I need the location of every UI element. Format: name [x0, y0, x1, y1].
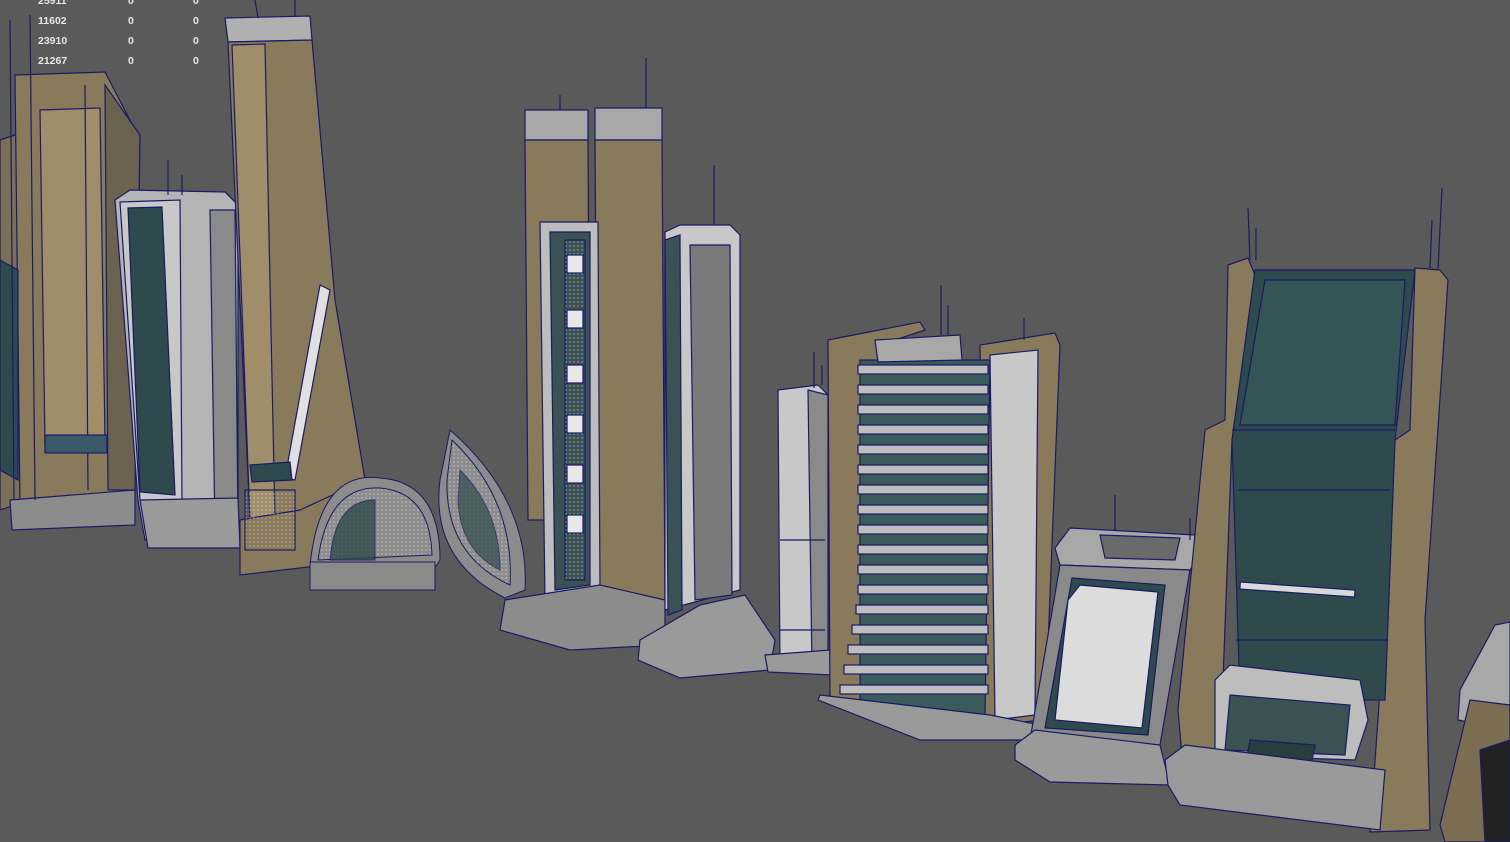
building-far-left[interactable] [0, 14, 141, 531]
stats-value: 25911 [38, 0, 67, 7]
building-partial-right[interactable] [1439, 621, 1510, 842]
stats-value: 0 [193, 0, 199, 7]
building-stacked-floors[interactable] [817, 285, 1061, 741]
stats-row: 25911 0 0 [0, 0, 220, 11]
stats-value: 0 [128, 35, 134, 47]
stats-value: 0 [193, 35, 199, 47]
stats-value: 0 [128, 0, 134, 7]
stats-value: 23910 [38, 35, 68, 47]
building-sail[interactable] [438, 429, 526, 599]
stats-row: 23910 0 0 [0, 31, 220, 51]
3d-viewport[interactable] [0, 0, 1510, 842]
stats-value: 0 [128, 55, 134, 67]
stats-value: 0 [193, 15, 199, 27]
stats-value: 11602 [38, 15, 67, 27]
stats-row: 21267 0 0 [0, 51, 220, 71]
building-narrow-white[interactable] [764, 352, 833, 676]
building-glass-tower[interactable] [1164, 187, 1449, 833]
stats-value: 0 [193, 55, 199, 67]
stats-overlay: 25911 0 0 11602 0 0 23910 0 0 21267 0 0 [0, 0, 220, 80]
stats-row: 11602 0 0 [0, 11, 220, 31]
stats-value: 21267 [38, 55, 68, 67]
stats-value: 0 [128, 15, 134, 27]
